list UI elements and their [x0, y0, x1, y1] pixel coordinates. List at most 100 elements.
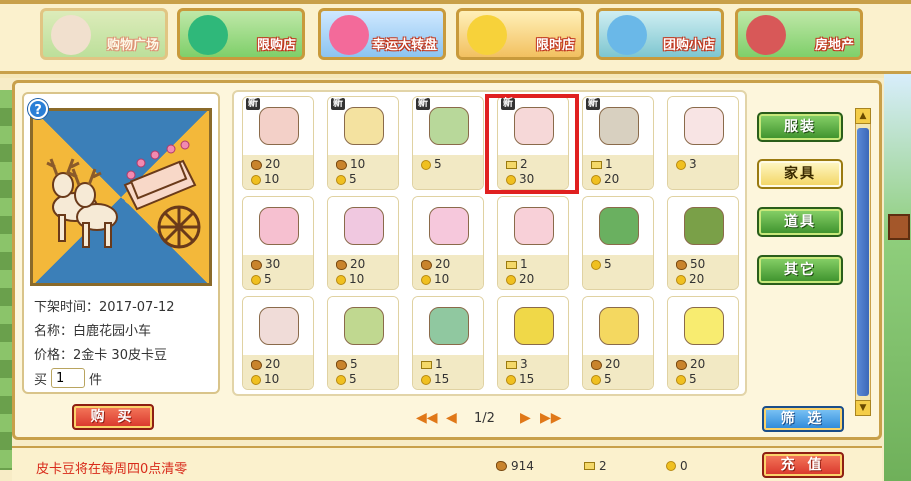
item-price-box: 30 5 [243, 255, 313, 289]
top-nav-bar: 购物广场 限购店 幸运大转盘 限时店 团购小店 房地产 [0, 0, 911, 74]
help-icon[interactable]: ? [28, 99, 48, 119]
coin-icon [336, 374, 346, 385]
item-cell[interactable]: 50 20 [667, 196, 739, 290]
tab-real-estate[interactable]: 房地产 [735, 8, 863, 60]
item-cell[interactable]: 新 2 30 [497, 96, 569, 190]
coin-icon [251, 174, 261, 185]
cupcake-house-icon [498, 197, 568, 255]
next-page-icon[interactable]: ▶ [520, 410, 531, 426]
price-value: 5 [349, 372, 357, 386]
monster-icon [188, 15, 228, 55]
price-row: 20 [676, 272, 738, 287]
price-value: 20 [350, 257, 366, 271]
item-price: 2金卡 30皮卡豆 [73, 348, 167, 363]
tab-limited-shop[interactable]: 限购店 [177, 8, 305, 60]
price-value: 5 [604, 257, 612, 271]
tab-label: 购物广场 [106, 38, 159, 53]
cupcake-lamp-icon [668, 97, 738, 155]
filter-button[interactable]: 筛 选 [762, 406, 844, 432]
item-price-box: 50 20 [668, 255, 738, 289]
bean-icon [336, 259, 347, 270]
category-other-button[interactable]: 其它 [757, 255, 843, 285]
tab-timed-shop[interactable]: 限时店 [456, 8, 584, 60]
coin-count: 0 [680, 459, 688, 473]
quantity-input[interactable] [51, 368, 86, 388]
item-cell[interactable]: 1 15 [412, 296, 484, 390]
scrollbar-thumb[interactable] [857, 128, 869, 396]
item-cell[interactable]: 20 10 [242, 296, 314, 390]
category-clothing-button[interactable]: 服装 [757, 112, 843, 142]
category-props-button[interactable]: 道具 [757, 207, 843, 237]
item-cell[interactable]: 30 5 [242, 196, 314, 290]
water-tank-icon [583, 297, 653, 355]
item-name: 白鹿花园小车 [73, 324, 152, 339]
price-value: 10 [264, 172, 280, 186]
price-row: 15 [506, 372, 568, 387]
tab-lucky-wheel[interactable]: 幸运大转盘 [318, 8, 446, 60]
bean-icon [676, 359, 687, 370]
prev-page-icon[interactable]: ◀ [446, 410, 457, 426]
coin-icon [676, 159, 686, 170]
page-indicator: 1/2 [474, 411, 495, 426]
price-value: 3 [689, 157, 697, 171]
price-row: 20 [421, 257, 483, 272]
item-cell[interactable]: 新5 [412, 96, 484, 190]
coin-balance: 0 [666, 459, 688, 473]
item-cell[interactable]: 20 10 [327, 196, 399, 290]
bunny-sign-icon [243, 297, 313, 355]
last-page-icon[interactable]: ▶▶ [540, 410, 562, 426]
quantity-row: 买 件 [34, 368, 102, 388]
coin-icon [506, 274, 516, 285]
price-row: 5 [591, 372, 653, 387]
price-value: 30 [265, 257, 281, 271]
coin-icon [336, 174, 346, 185]
item-price-box: 20 10 [243, 155, 313, 189]
bean-icon [676, 259, 687, 270]
price-value: 1 [520, 257, 528, 271]
date-label: 下架时间： [34, 300, 100, 315]
item-price-box: 20 10 [243, 355, 313, 389]
scroll-up-icon[interactable]: ▲ [855, 108, 871, 124]
recharge-button[interactable]: 充 值 [762, 452, 844, 478]
bean-icon [336, 159, 347, 170]
item-cell[interactable]: 5 [582, 196, 654, 290]
house-icon [746, 15, 786, 55]
price-row: 10 [336, 157, 398, 172]
price-value: 5 [434, 157, 442, 171]
category-furniture-button[interactable]: 家具 [757, 159, 843, 189]
price-value: 5 [349, 172, 357, 186]
item-cell[interactable]: 20 5 [667, 296, 739, 390]
item-cell[interactable]: 3 15 [497, 296, 569, 390]
item-cell[interactable]: 55 [327, 296, 399, 390]
price-value: 20 [604, 172, 620, 186]
tab-label: 团购小店 [662, 38, 715, 53]
item-cell[interactable]: 新 20 10 [242, 96, 314, 190]
coin-icon [336, 274, 346, 285]
item-cell[interactable]: 新 10 5 [327, 96, 399, 190]
item-price-box: 10 5 [328, 155, 398, 189]
scroll-down-icon[interactable]: ▼ [855, 400, 871, 416]
price-row: 20 [251, 157, 313, 172]
tab-group-buy[interactable]: 团购小店 [596, 8, 724, 60]
price-row: 3 [506, 357, 568, 372]
item-cell[interactable]: 1 20 [497, 196, 569, 290]
hedge-fence-icon [668, 197, 738, 255]
preview-image [30, 108, 212, 286]
blue-pet-icon [607, 15, 647, 55]
price-value: 3 [520, 357, 528, 371]
buy-button[interactable]: 购 买 [72, 404, 154, 430]
tab-shopping-plaza[interactable]: 购物广场 [40, 8, 168, 60]
price-row: 30 [251, 257, 313, 272]
price-value: 20 [519, 272, 535, 286]
coin-icon [421, 374, 431, 385]
item-cell[interactable]: 20 10 [412, 196, 484, 290]
first-page-icon[interactable]: ◀◀ [416, 410, 438, 426]
item-cell[interactable]: 20 5 [582, 296, 654, 390]
price-row: 2 [506, 157, 568, 172]
item-cell[interactable]: 3 [667, 96, 739, 190]
item-price-box: 1 20 [583, 155, 653, 189]
price-row: 20 [591, 357, 653, 372]
bean-icon [251, 159, 262, 170]
vanity-icon [328, 197, 398, 255]
item-cell[interactable]: 新 1 20 [582, 96, 654, 190]
